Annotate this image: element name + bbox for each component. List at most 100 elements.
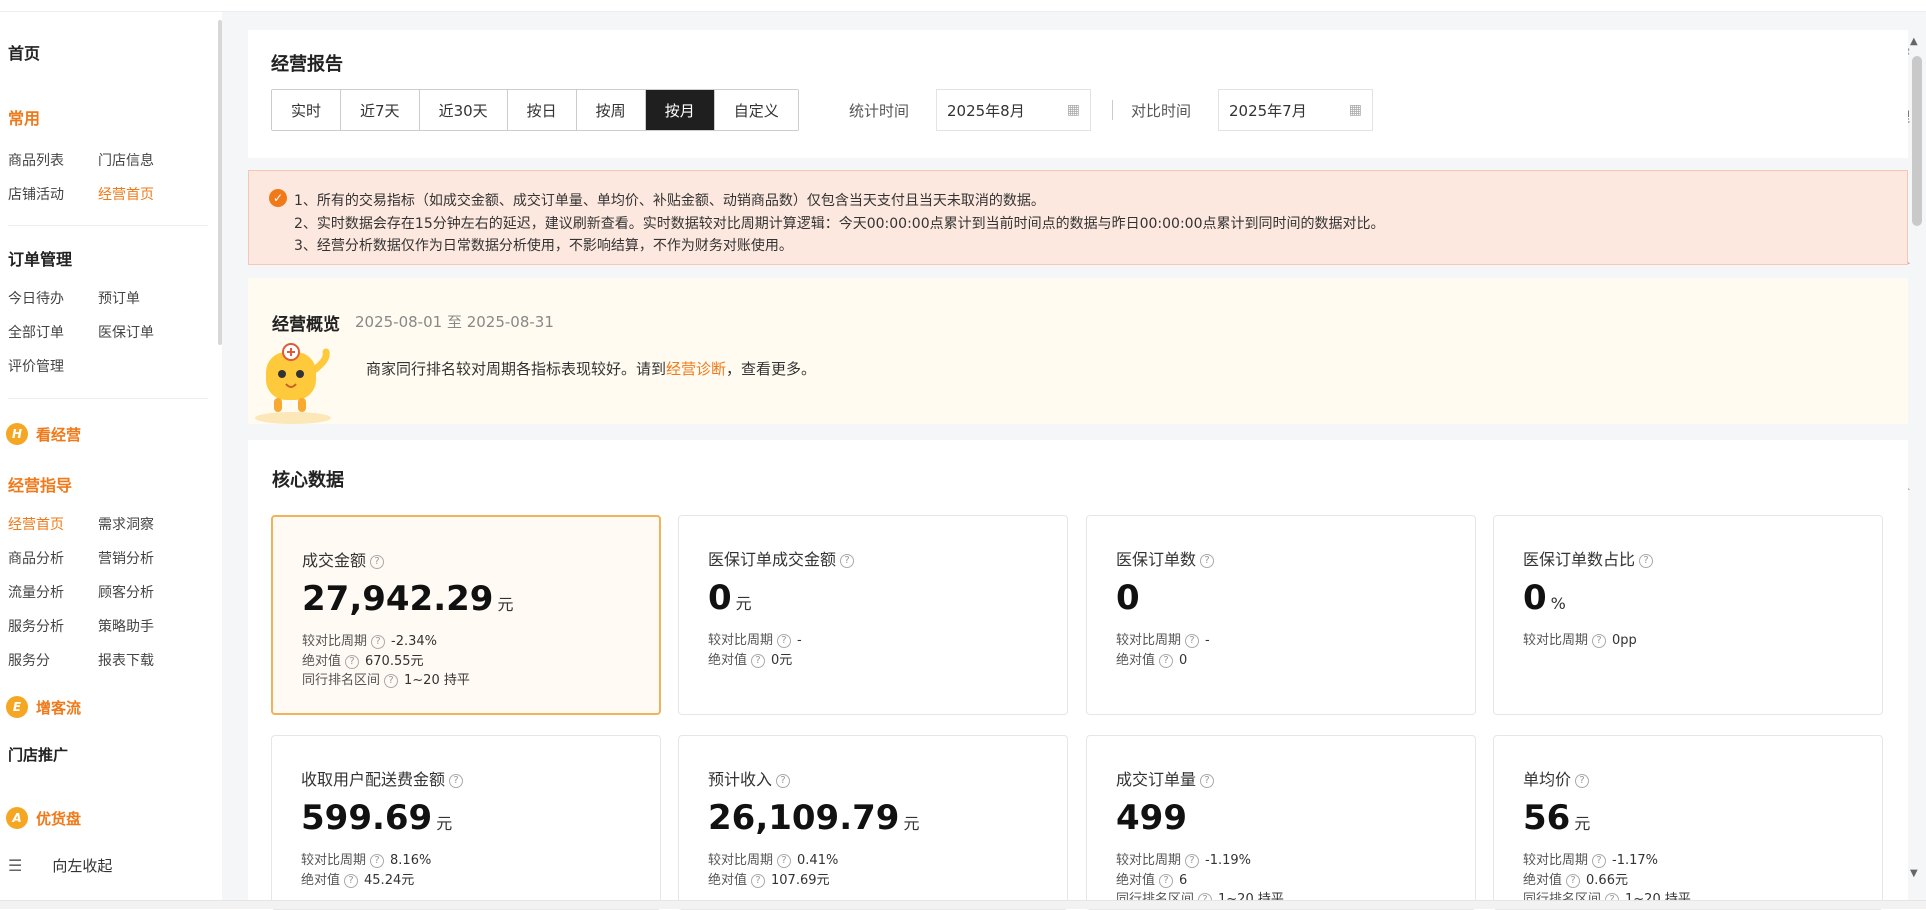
help-icon[interactable]: ?: [777, 853, 792, 868]
tab-custom[interactable]: 自定义: [714, 90, 798, 130]
sidebar-item-store-activity[interactable]: 店铺活动: [8, 184, 98, 204]
help-icon[interactable]: ?: [371, 634, 386, 649]
metric-name: 成交订单量?: [1116, 766, 1215, 790]
compare-time-picker[interactable]: 2025年7月 ▦: [1218, 89, 1373, 131]
sidebar-orders-grid: 今日待办 预订单 全部订单 医保订单 评价管理: [8, 288, 188, 376]
sidebar-item-today-todo[interactable]: 今日待办: [8, 288, 98, 308]
sidebar-zengkeliu[interactable]: E 增客流: [6, 696, 81, 718]
help-icon[interactable]: ?: [1159, 873, 1174, 888]
metric-name: 医保订单数?: [1116, 546, 1215, 570]
page-scrollbar[interactable]: [1912, 56, 1922, 226]
help-icon[interactable]: ?: [1185, 633, 1200, 648]
help-icon[interactable]: ?: [1592, 853, 1607, 868]
help-icon[interactable]: ?: [1639, 553, 1654, 568]
stat-time-picker[interactable]: 2025年8月 ▦: [936, 89, 1091, 131]
metric-card-medical-order-ratio[interactable]: 医保订单数占比? 0% 较对比周期? 0pp: [1493, 515, 1883, 715]
sidebar-item-store-promo[interactable]: 门店推广: [8, 744, 68, 765]
help-icon[interactable]: ?: [776, 773, 791, 788]
calendar-icon: ▦: [1066, 102, 1080, 118]
tab-by-week[interactable]: 按周: [576, 90, 646, 130]
a-badge-icon: A: [6, 807, 28, 829]
metric-row-value: 8.16%: [390, 853, 432, 868]
metric-row-label: 绝对值: [302, 654, 342, 669]
sidebar-item-strategy-assistant[interactable]: 策略助手: [98, 616, 188, 636]
metric-row-value: 0元: [771, 653, 793, 668]
sidebar-item-store-info[interactable]: 门店信息: [98, 150, 188, 170]
metric-row: 绝对值? 107.69元: [708, 869, 830, 888]
sidebar-kanjingying[interactable]: H 看经营: [6, 423, 81, 445]
help-icon[interactable]: ?: [1200, 553, 1215, 568]
sidebar-item-marketing-analysis[interactable]: 营销分析: [98, 548, 188, 568]
metric-unit: 元: [903, 814, 920, 833]
metric-value-text: 0: [708, 578, 732, 618]
metric-row-value: -1.17%: [1612, 853, 1659, 868]
overview-message: 商家同行排名较对周期各指标表现较好。请到经营诊断，查看更多。: [366, 358, 816, 379]
tab-30days[interactable]: 近30天: [419, 90, 508, 130]
overview-panel: 经营概览 2025-08-01 至 2025-08-31 商家同行排名较对周期各…: [248, 278, 1908, 424]
metric-card-expected-income[interactable]: 预计收入? 26,109.79 元 较对比周期? 0.41% 绝对值? 107.69元: [678, 735, 1068, 910]
stat-time-value: 2025年8月: [947, 101, 1025, 120]
metric-name-text: 预计收入: [708, 770, 773, 789]
help-icon[interactable]: ?: [370, 554, 385, 569]
metric-card-avg-price[interactable]: 单均价? 56元 较对比周期?-1.17% 绝对值?0.66元 同行排名区间?1…: [1493, 735, 1883, 910]
tab-by-day[interactable]: 按日: [507, 90, 577, 130]
help-icon[interactable]: ?: [1566, 873, 1581, 888]
help-icon[interactable]: ?: [777, 633, 792, 648]
help-icon[interactable]: ?: [751, 653, 766, 668]
help-icon[interactable]: ?: [840, 553, 855, 568]
collapse-sidebar-button[interactable]: ☰ 向左收起: [8, 855, 112, 876]
help-icon[interactable]: ?: [1592, 633, 1607, 648]
sidebar-divider: [8, 398, 208, 399]
help-icon[interactable]: ?: [1200, 773, 1215, 788]
tab-7days[interactable]: 近7天: [341, 90, 420, 130]
mascot-image: [255, 343, 331, 424]
help-icon[interactable]: ?: [1185, 853, 1200, 868]
business-diagnosis-link[interactable]: 经营诊断: [666, 360, 726, 378]
divider: [1112, 100, 1113, 120]
metric-row-label: 较对比周期: [708, 633, 774, 648]
sidebar-item-report-download[interactable]: 报表下载: [98, 650, 188, 670]
sidebar-item-service-score[interactable]: 服务分: [8, 650, 98, 670]
metric-name-text: 成交订单量: [1116, 770, 1197, 789]
tab-by-month[interactable]: 按月: [645, 90, 715, 130]
overview-message-post: ，查看更多。: [726, 360, 817, 378]
sidebar-item-product-analysis[interactable]: 商品分析: [8, 548, 98, 568]
help-icon[interactable]: ?: [1159, 653, 1174, 668]
metric-row: 较对比周期? 0pp: [1523, 629, 1637, 648]
sidebar-item-reviews[interactable]: 评价管理: [8, 356, 98, 376]
sidebar-item-service-analysis[interactable]: 服务分析: [8, 616, 98, 636]
tab-realtime[interactable]: 实时: [272, 90, 342, 130]
sidebar-item-guide-home[interactable]: 经营首页: [8, 514, 98, 534]
metric-card-delivery-fee[interactable]: 收取用户配送费金额? 599.69 元 较对比周期? 8.16% 绝对值? 45.24…: [271, 735, 661, 910]
metric-row-value: 45.24元: [364, 873, 415, 888]
sidebar-item-customer-analysis[interactable]: 顾客分析: [98, 582, 188, 602]
sidebar-youhuopan[interactable]: A 优货盘: [6, 807, 81, 829]
help-icon[interactable]: ?: [344, 873, 359, 888]
sidebar-item-preorder[interactable]: 预订单: [98, 288, 188, 308]
page-title: 经营报告: [271, 54, 343, 75]
metric-card-medical-orders[interactable]: 医保订单数? 0 较对比周期? - 绝对值? 0: [1086, 515, 1476, 715]
help-icon[interactable]: ?: [384, 673, 399, 688]
sidebar-item-traffic-analysis[interactable]: 流量分析: [8, 582, 98, 602]
sidebar-scrollbar[interactable]: [218, 20, 222, 345]
help-icon[interactable]: ?: [1575, 773, 1590, 788]
sidebar-item-business-home[interactable]: 经营首页: [98, 184, 188, 204]
help-icon[interactable]: ?: [751, 873, 766, 888]
sidebar-item-demand-insight[interactable]: 需求洞察: [98, 514, 188, 534]
scroll-up-icon[interactable]: ▲: [1910, 36, 1918, 47]
e-badge-icon: E: [6, 696, 28, 718]
sidebar-item-product-list[interactable]: 商品列表: [8, 150, 98, 170]
sidebar-item-medical-orders[interactable]: 医保订单: [98, 322, 188, 342]
help-icon[interactable]: ?: [345, 654, 360, 669]
metric-card-order-count[interactable]: 成交订单量? 499 较对比周期?-1.19% 绝对值?6 同行排名区间?1~2…: [1086, 735, 1476, 910]
help-icon[interactable]: ?: [370, 853, 385, 868]
sidebar-item-all-orders[interactable]: 全部订单: [8, 322, 98, 342]
sidebar-orders-title: 订单管理: [8, 250, 73, 269]
metric-card-gmv[interactable]: 成交金额? 27,942.29 元 较对比周期? -2.34% 绝对值? 670.55…: [271, 515, 661, 715]
metric-card-medical-gmv[interactable]: 医保订单成交金额? 0元 较对比周期? - 绝对值? 0元: [678, 515, 1068, 715]
metric-row-label: 较对比周期: [708, 853, 774, 868]
scroll-down-icon[interactable]: ▼: [1910, 868, 1918, 879]
metric-unit: %: [1550, 594, 1566, 613]
top-strip: [0, 0, 1926, 12]
help-icon[interactable]: ?: [449, 773, 464, 788]
